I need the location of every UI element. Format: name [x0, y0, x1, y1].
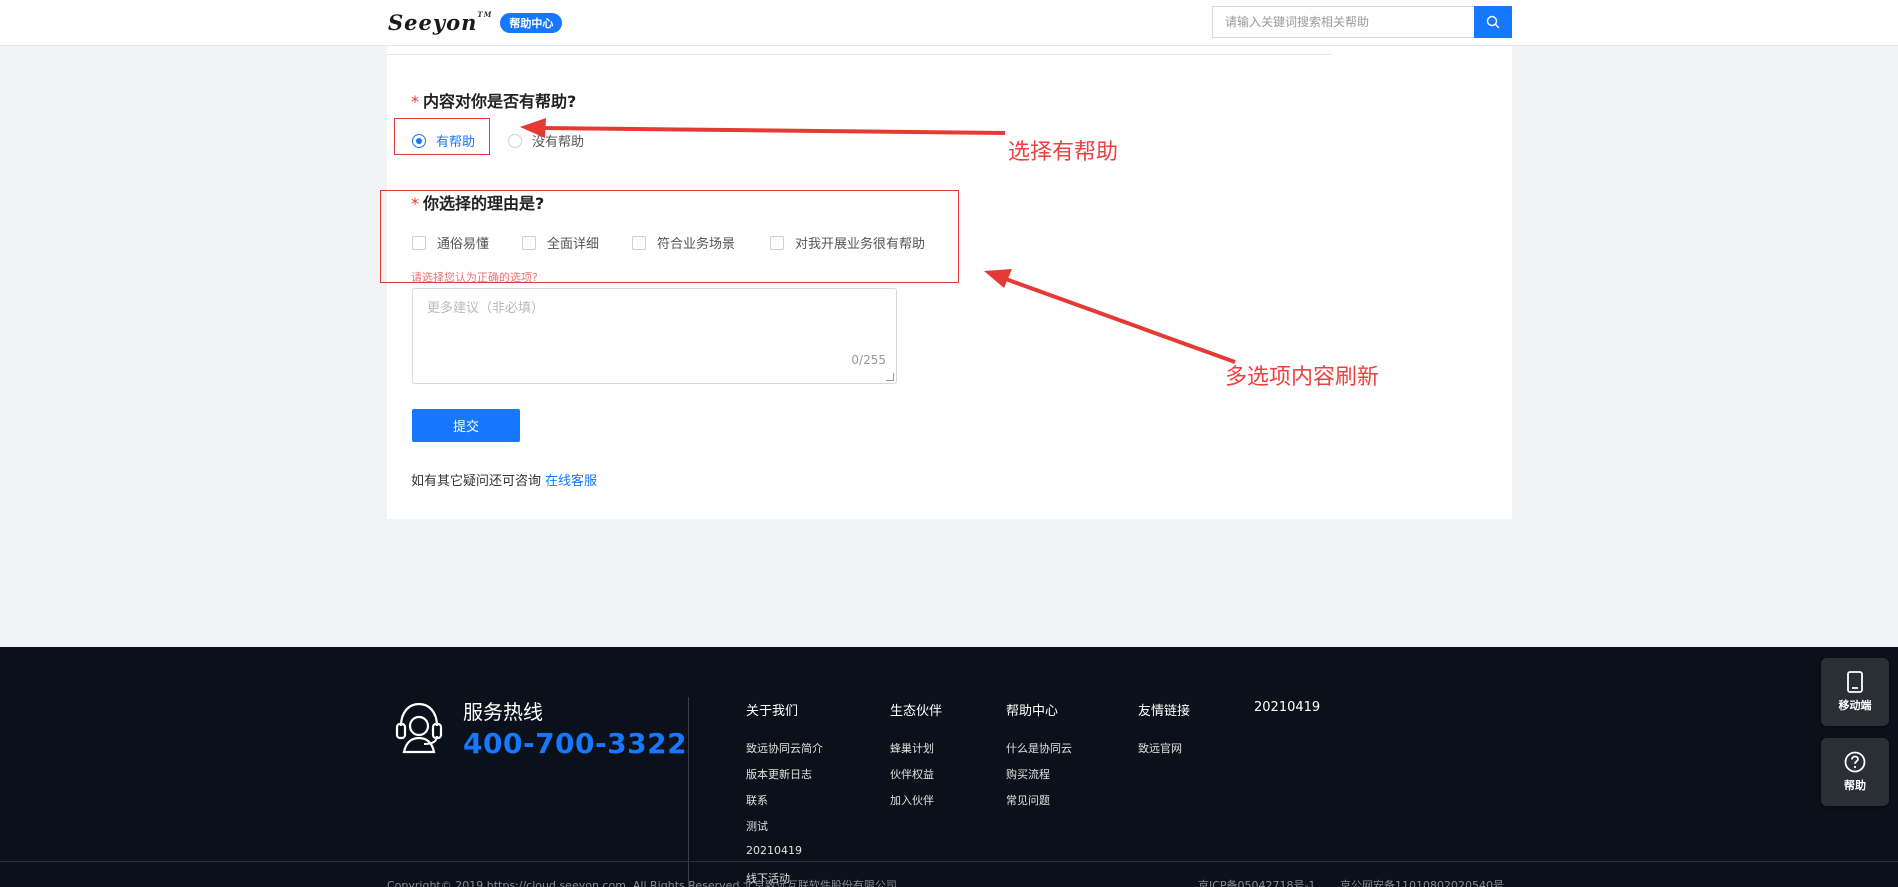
icp-record[interactable]: 京ICP备05042718号-1	[1198, 877, 1316, 887]
footer	[0, 647, 1898, 887]
suggestion-box: 0/255	[412, 288, 897, 384]
headset-icon	[395, 702, 443, 754]
footer-col-date: 20210419	[1254, 700, 1321, 715]
search-field	[1212, 6, 1478, 38]
mobile-icon	[1847, 671, 1863, 693]
hotline-label: 服务热线	[463, 700, 543, 724]
resize-handle[interactable]	[886, 373, 894, 381]
suggestion-textarea[interactable]	[413, 289, 896, 383]
help-label: 帮助	[1844, 779, 1866, 792]
footer-link[interactable]: 什么是协同云	[1006, 740, 1072, 756]
logo-text: SeeyonTM	[388, 10, 493, 35]
footer-link[interactable]: 伙伴权益	[890, 766, 934, 782]
footer-link[interactable]: 联系	[746, 792, 768, 808]
footer-col-about: 关于我们	[746, 704, 799, 719]
footer-link[interactable]: 版本更新日志	[746, 766, 812, 782]
search-icon	[1486, 15, 1500, 29]
help-center-badge: 帮助中心	[500, 12, 563, 33]
question-helpful-title: * 内容对你是否有帮助?	[411, 92, 577, 111]
top-header: SeeyonTM 帮助中心	[0, 0, 1898, 46]
footer-link[interactable]: 蜂巢计划	[890, 740, 934, 756]
radio-unchecked-icon	[508, 133, 522, 148]
search-input[interactable]	[1213, 7, 1478, 37]
help-button[interactable]: 帮助	[1821, 738, 1889, 806]
mobile-label: 移动端	[1838, 699, 1872, 712]
online-service-link[interactable]: 在线客服	[545, 474, 597, 489]
mobile-button[interactable]: 移动端	[1821, 658, 1889, 726]
footer-col-links: 友情链接	[1138, 704, 1191, 719]
footer-link[interactable]: 常见问题	[1006, 792, 1050, 808]
copyright: Copyright© 2019 https://cloud.seeyon.com…	[387, 879, 897, 887]
annotation-box-reasons	[380, 190, 959, 283]
footer-col-partners: 生态伙伴	[890, 704, 943, 719]
search-button[interactable]	[1474, 6, 1512, 38]
footer-divider	[688, 697, 689, 887]
annotation-select-helpful: 选择有帮助	[1008, 140, 1119, 165]
required-mark: *	[411, 92, 419, 111]
radio-not-helpful[interactable]: 没有帮助	[508, 131, 584, 150]
footer-link[interactable]: 20210419	[746, 844, 802, 857]
footer-link[interactable]: 加入伙伴	[890, 792, 934, 808]
footer-link[interactable]: 测试	[746, 818, 768, 834]
annotation-multi-refresh: 多选项内容刷新	[1225, 365, 1380, 390]
consult-line: 如有其它疑问还可咨询 在线客服	[411, 474, 598, 489]
question-icon	[1844, 751, 1866, 773]
footer-col-help: 帮助中心	[1006, 704, 1059, 719]
submit-button[interactable]: 提交	[412, 409, 520, 442]
seeyon-logo[interactable]: SeeyonTM 帮助中心	[388, 10, 563, 35]
hotline-number: 400-700-3322	[463, 727, 688, 760]
radio-label: 没有帮助	[532, 135, 585, 150]
footer-link[interactable]: 购买流程	[1006, 766, 1050, 782]
police-record[interactable]: 京公网安备11010802020540号	[1340, 877, 1504, 887]
annotation-box-helpful	[394, 118, 490, 155]
char-counter: 0/255	[851, 353, 886, 367]
divider	[387, 54, 1332, 55]
footer-bottom-divider	[0, 861, 1898, 862]
footer-link[interactable]: 致远协同云简介	[746, 740, 823, 756]
footer-link[interactable]: 致远官网	[1138, 740, 1182, 756]
